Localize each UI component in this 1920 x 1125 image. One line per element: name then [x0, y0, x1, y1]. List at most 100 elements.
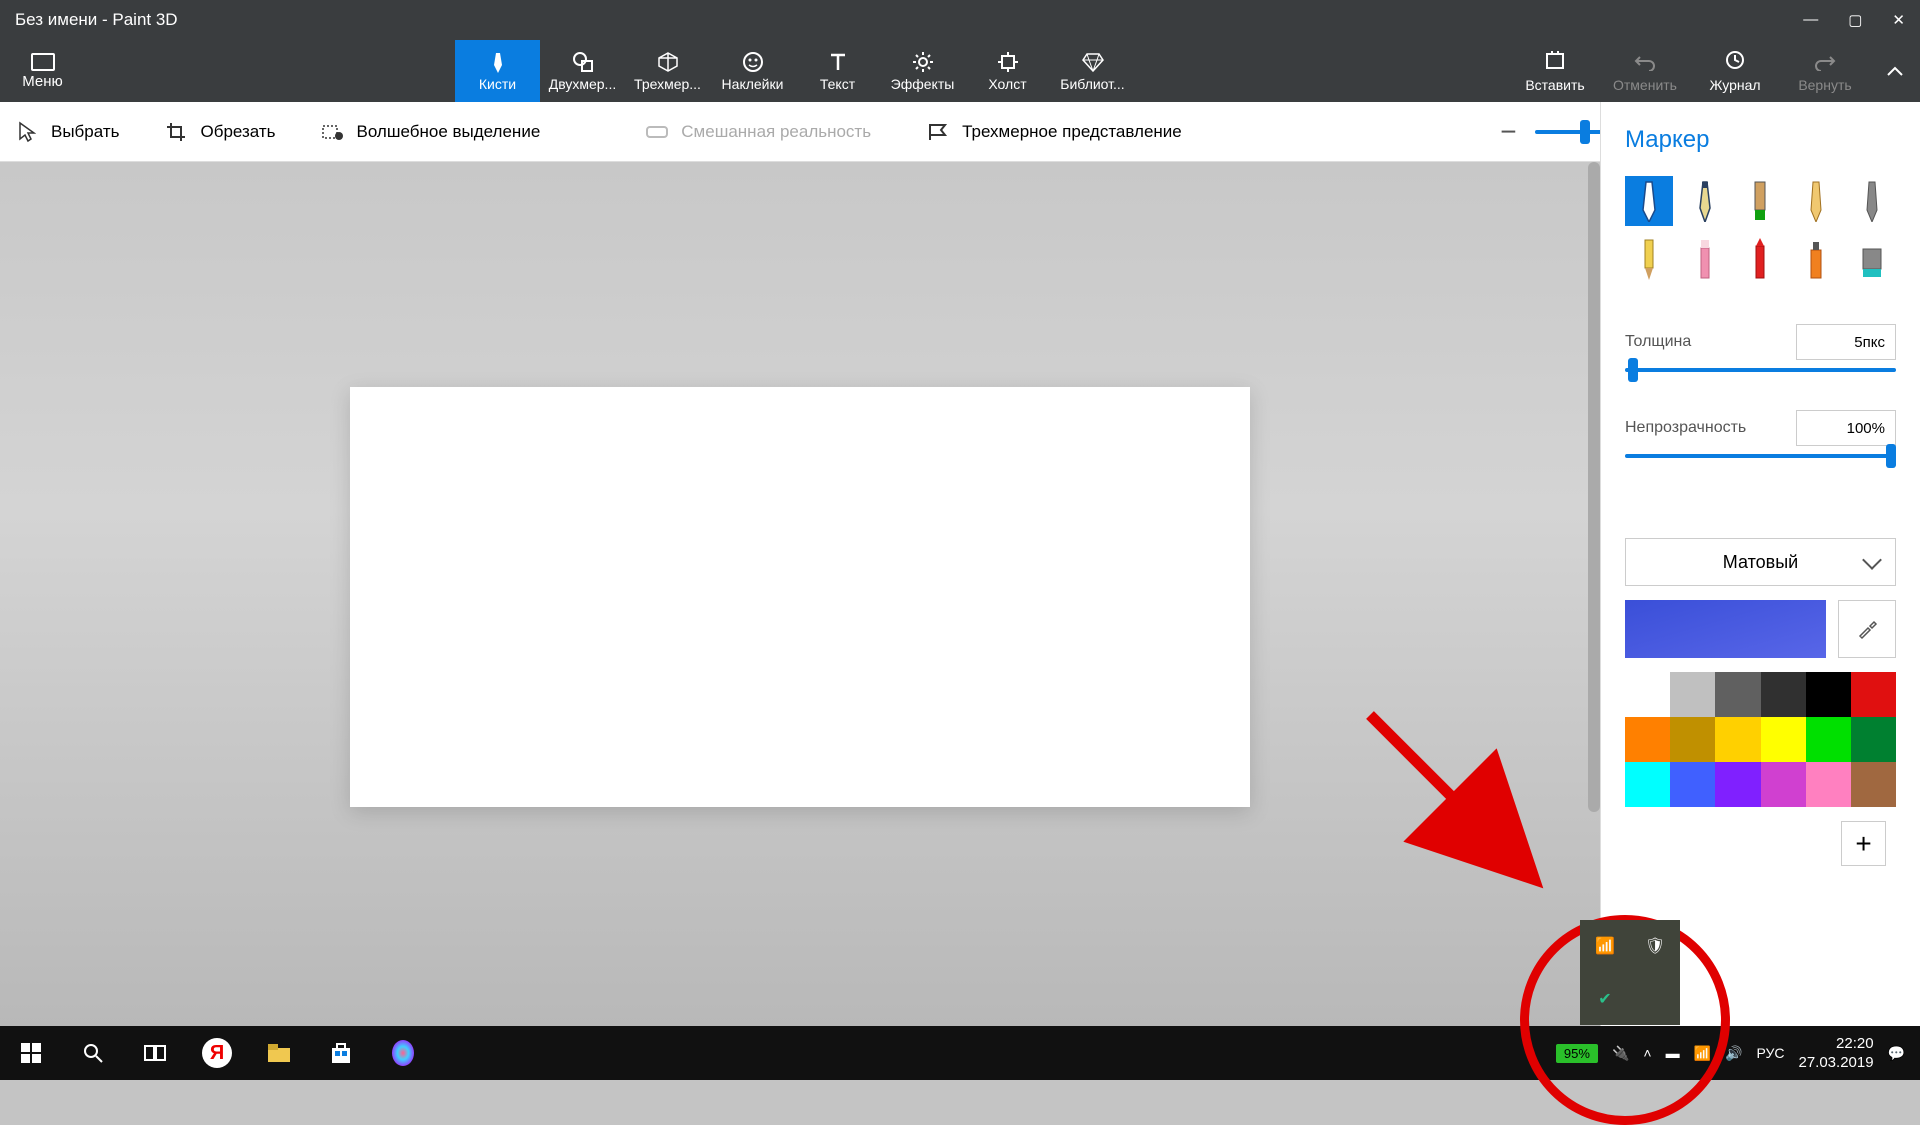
taskview-button[interactable] — [124, 1026, 186, 1080]
title-bar: Без имени - Paint 3D — ▢ ✕ — [0, 0, 1920, 40]
tray-defender-icon[interactable]: 🛡 — [1645, 936, 1665, 956]
undo-button[interactable]: Отменить — [1600, 40, 1690, 102]
color-swatch[interactable] — [1625, 672, 1670, 717]
thickness-input[interactable] — [1796, 324, 1896, 360]
zoom-out-button[interactable]: − — [1500, 116, 1516, 148]
undo-icon — [1634, 49, 1656, 74]
taskbar-yandex[interactable]: Я — [186, 1026, 248, 1080]
tray-notifications-icon[interactable]: 💬 — [1888, 1045, 1905, 1062]
color-swatch[interactable] — [1715, 717, 1760, 762]
color-swatch[interactable] — [1806, 717, 1851, 762]
color-swatch[interactable] — [1761, 762, 1806, 807]
tray-popup[interactable]: 📶 🛡 ✔ — [1580, 920, 1680, 1025]
main-toolbar: Меню Кисти Двухмер... Трехмер... Наклейк… — [0, 40, 1920, 102]
view-3d-tool[interactable]: Трехмерное представление — [926, 120, 1182, 144]
tray-battery-icon[interactable]: ▬ — [1666, 1045, 1680, 1061]
color-swatch[interactable] — [1625, 762, 1670, 807]
add-color-button[interactable]: + — [1841, 821, 1886, 866]
color-swatch[interactable] — [1625, 717, 1670, 762]
color-swatch[interactable] — [1806, 672, 1851, 717]
shapes-3d-icon — [657, 51, 679, 73]
color-swatch[interactable] — [1715, 672, 1760, 717]
tray-wifi-icon[interactable]: 📶 — [1694, 1045, 1711, 1062]
maximize-button[interactable]: ▢ — [1848, 11, 1862, 29]
tray-power-icon[interactable]: 🔌 — [1612, 1045, 1629, 1062]
tray-bluetooth-icon[interactable]: 📶 — [1595, 936, 1615, 956]
tab-stickers[interactable]: Наклейки — [710, 40, 795, 102]
brush-icon — [488, 51, 508, 73]
redo-icon — [1814, 49, 1836, 74]
tab-2d[interactable]: Двухмер... — [540, 40, 625, 102]
redo-button[interactable]: Вернуть — [1780, 40, 1870, 102]
opacity-slider-thumb[interactable] — [1886, 444, 1896, 468]
menu-button[interactable]: Меню — [0, 40, 85, 102]
color-swatch[interactable] — [1670, 762, 1715, 807]
tab-library[interactable]: Библиот... — [1050, 40, 1135, 102]
shapes-2d-icon — [572, 51, 594, 73]
color-swatch[interactable] — [1806, 762, 1851, 807]
color-swatch[interactable] — [1715, 762, 1760, 807]
select-tool[interactable]: Выбрать — [15, 120, 119, 144]
eyedropper-button[interactable] — [1838, 600, 1896, 658]
zoom-slider-thumb[interactable] — [1580, 120, 1590, 144]
collapse-panel-button[interactable] — [1870, 40, 1920, 102]
color-swatch[interactable] — [1761, 717, 1806, 762]
folder-icon — [31, 53, 55, 71]
current-color[interactable] — [1625, 600, 1826, 658]
crop-tool[interactable]: Обрезать — [164, 120, 275, 144]
sticker-icon — [742, 51, 764, 73]
color-swatch[interactable] — [1851, 672, 1896, 717]
cursor-icon — [15, 120, 39, 144]
brush-pencil-hard[interactable] — [1848, 176, 1896, 226]
color-swatch[interactable] — [1670, 717, 1715, 762]
tab-text[interactable]: Текст — [795, 40, 880, 102]
tab-brushes[interactable]: Кисти — [455, 40, 540, 102]
insert-button[interactable]: Вставить — [1510, 40, 1600, 102]
opacity-input[interactable] — [1796, 410, 1896, 446]
tray-check-icon[interactable]: ✔ — [1598, 989, 1611, 1009]
thickness-slider-thumb[interactable] — [1628, 358, 1638, 382]
tray-volume-icon[interactable]: 🔊 — [1725, 1045, 1742, 1062]
brush-fill[interactable] — [1848, 234, 1896, 284]
taskbar: Я 95% 🔌 ˄ ▬ 📶 🔊 РУС 22:20 27.03.2019 💬 — [0, 1026, 1920, 1080]
thickness-slider[interactable] — [1625, 368, 1896, 372]
close-button[interactable]: ✕ — [1892, 11, 1905, 29]
tray-expand-icon[interactable]: ˄ — [1643, 1045, 1651, 1061]
brush-pencil[interactable] — [1625, 234, 1673, 284]
brush-watercolor[interactable] — [1792, 176, 1840, 226]
opacity-label: Непрозрачность — [1625, 419, 1746, 437]
color-swatch[interactable] — [1761, 672, 1806, 717]
magic-select-tool[interactable]: Волшебное выделение — [321, 120, 541, 144]
material-select[interactable]: Матовый — [1625, 538, 1896, 586]
brush-pen[interactable] — [1681, 176, 1729, 226]
menu-label: Меню — [22, 73, 63, 90]
chevron-up-icon — [1886, 65, 1904, 77]
brush-crayon[interactable] — [1737, 234, 1785, 284]
tray-language[interactable]: РУС — [1756, 1045, 1784, 1061]
panel-title: Маркер — [1625, 126, 1896, 154]
minimize-button[interactable]: — — [1803, 11, 1818, 29]
brush-spray[interactable] — [1792, 234, 1840, 284]
canvas-area[interactable] — [0, 162, 1600, 1032]
canvas[interactable] — [350, 387, 1250, 807]
color-swatch[interactable] — [1670, 672, 1715, 717]
color-swatch[interactable] — [1851, 717, 1896, 762]
brush-marker[interactable] — [1625, 176, 1673, 226]
tab-effects[interactable]: Эффекты — [880, 40, 965, 102]
brush-eraser[interactable] — [1681, 234, 1729, 284]
properties-panel: Маркер Толщина Непрозрачность Матовый + — [1600, 102, 1920, 1032]
start-button[interactable] — [0, 1026, 62, 1080]
taskbar-explorer[interactable] — [248, 1026, 310, 1080]
color-swatch[interactable] — [1851, 762, 1896, 807]
history-button[interactable]: Журнал — [1690, 40, 1780, 102]
brush-oil[interactable] — [1737, 176, 1785, 226]
opacity-slider[interactable] — [1625, 454, 1896, 458]
search-button[interactable] — [62, 1026, 124, 1080]
taskbar-paint3d[interactable] — [372, 1026, 434, 1080]
vertical-scrollbar[interactable] — [1588, 162, 1600, 812]
battery-indicator[interactable]: 95% — [1556, 1044, 1598, 1063]
tray-clock[interactable]: 22:20 27.03.2019 — [1798, 1034, 1873, 1073]
taskbar-store[interactable] — [310, 1026, 372, 1080]
tab-3d[interactable]: Трехмер... — [625, 40, 710, 102]
tab-canvas[interactable]: Холст — [965, 40, 1050, 102]
